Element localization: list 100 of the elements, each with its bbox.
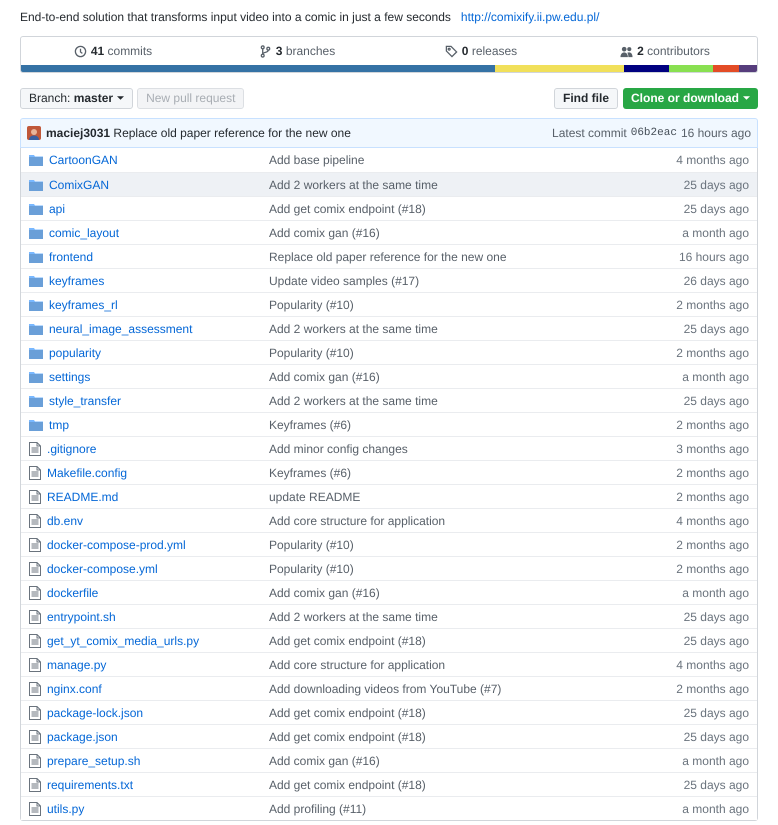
commit-message-link[interactable]: Add core structure for application <box>269 656 446 674</box>
file-icon <box>29 466 41 480</box>
file-name-link[interactable]: package-lock.json <box>47 704 144 722</box>
commit-age: 25 days ago <box>684 320 749 338</box>
file-name-link[interactable]: frontend <box>49 248 94 266</box>
file-icon <box>29 586 41 600</box>
file-row[interactable]: utils.py Add profiling (#11) a month ago <box>21 796 757 820</box>
commit-age: 26 days ago <box>684 272 749 290</box>
commit-age: 25 days ago <box>684 704 749 722</box>
commit-age: 25 days ago <box>684 632 749 650</box>
repo-stat-link[interactable]: 3 branches <box>205 42 389 60</box>
people-icon <box>620 44 634 58</box>
commit-message-link[interactable]: Popularity (#10) <box>269 536 354 554</box>
commit-message-link[interactable]: Add comix gan (#16) <box>269 224 380 242</box>
commit-age: a month ago <box>682 224 749 242</box>
file-name-link[interactable]: CartoonGAN <box>49 151 118 169</box>
find-file-button[interactable]: Find file <box>554 88 618 108</box>
file-name-link[interactable]: package.json <box>47 728 118 746</box>
file-name-link[interactable]: keyframes_rl <box>49 296 118 314</box>
commit-message-link[interactable]: Add core structure for application <box>269 512 446 530</box>
file-name-link[interactable]: neural_image_assessment <box>49 320 192 338</box>
commit-message-link[interactable]: Add get comix endpoint (#18) <box>269 776 426 794</box>
homepage-link[interactable]: http://comixify.ii.pw.edu.pl/ <box>460 8 600 26</box>
file-icon <box>29 442 41 456</box>
repo-stat-link[interactable]: 41 commits <box>21 42 205 60</box>
file-name-link[interactable]: prepare_setup.sh <box>47 752 140 770</box>
file-name-link[interactable]: utils.py <box>47 800 84 818</box>
commit-age: 25 days ago <box>684 776 749 794</box>
commit-age: a month ago <box>682 368 749 386</box>
caret-icon <box>117 96 124 100</box>
commit-message-link[interactable]: Add get comix endpoint (#18) <box>269 728 426 746</box>
commit-age: 2 months ago <box>676 560 749 578</box>
commit-message-link[interactable]: Add 2 workers at the same time <box>269 176 438 194</box>
commit-age: 4 months ago <box>676 152 749 169</box>
commit-message-link[interactable]: Add get comix endpoint (#18) <box>269 704 426 722</box>
file-name-link[interactable]: ComixGAN <box>49 176 110 194</box>
commit-message-link[interactable]: Add downloading videos from YouTube (#7) <box>269 680 502 698</box>
branch-icon <box>258 44 272 58</box>
file-name-link[interactable]: requirements.txt <box>47 776 134 794</box>
commit-message-link[interactable]: Keyframes (#6) <box>269 416 352 434</box>
commit-age: 4 months ago <box>676 512 749 530</box>
file-icon <box>29 658 41 672</box>
commit-message-link[interactable]: Keyframes (#6) <box>269 464 352 482</box>
commit-age: 2 months ago <box>676 416 749 434</box>
repo-stat-link[interactable]: 2 contributors <box>573 42 757 60</box>
file-name-link[interactable]: settings <box>49 368 90 386</box>
file-name-link[interactable]: docker-compose-prod.yml <box>47 536 186 554</box>
commit-age: 25 days ago <box>684 392 749 410</box>
folder-icon <box>29 274 43 286</box>
commit-message-link[interactable]: Add profiling (#11) <box>269 800 366 818</box>
file-icon <box>29 490 41 504</box>
file-name-link[interactable]: entrypoint.sh <box>47 608 116 626</box>
commit-age: 25 days ago <box>684 608 749 626</box>
file-name-link[interactable]: Makefile.config <box>47 464 128 482</box>
commit-age: 25 days ago <box>684 200 749 218</box>
file-name-link[interactable]: tmp <box>49 416 70 434</box>
commit-message-link[interactable]: Add 2 workers at the same time <box>269 320 438 338</box>
commit-age: 16 hours ago <box>680 125 751 142</box>
file-name-link[interactable]: manage.py <box>47 656 106 674</box>
commit-message-link[interactable]: update README <box>269 488 360 506</box>
commit-message-link[interactable]: Add comix gan (#16) <box>269 752 380 770</box>
file-name-link[interactable]: style_transfer <box>49 392 122 410</box>
commit-message-link[interactable]: Popularity (#10) <box>269 296 354 314</box>
commit-message-link[interactable]: Add comix gan (#16) <box>269 584 380 602</box>
commit-message-link[interactable]: Add minor config changes <box>269 440 408 458</box>
commit-sha[interactable]: 06b2eac <box>630 124 677 142</box>
commit-message-link[interactable]: Popularity (#10) <box>269 344 354 362</box>
folder-icon <box>29 322 43 334</box>
repo-stat-link[interactable]: 0 releases <box>389 42 573 60</box>
file-name-link[interactable]: dockerfile <box>47 584 98 602</box>
commit-message-link[interactable]: Update video samples (#17) <box>269 272 420 290</box>
file-name-link[interactable]: db.env <box>47 512 84 530</box>
commit-message-link[interactable]: Add get comix endpoint (#18) <box>269 632 426 650</box>
commit-message-link[interactable]: Add base pipeline <box>269 151 364 169</box>
file-name-link[interactable]: README.md <box>47 488 118 506</box>
commit-message-link[interactable]: Add 2 workers at the same time <box>269 392 438 410</box>
file-name-link[interactable]: .gitignore <box>47 440 96 458</box>
commit-message-link[interactable]: Popularity (#10) <box>269 560 354 578</box>
file-name-link[interactable]: get_yt_comix_media_urls.py <box>47 632 200 650</box>
commit-message-link[interactable]: Add get comix endpoint (#18) <box>269 200 426 218</box>
folder-icon <box>29 250 43 262</box>
commit-summary: maciej3031 Replace old paper reference for the new one <box>46 125 351 142</box>
folder-icon <box>29 418 43 430</box>
commit-age: 16 hours ago <box>678 248 749 266</box>
folder-icon <box>29 394 43 406</box>
file-name-link[interactable]: docker-compose.yml <box>47 560 158 578</box>
file-name-link[interactable]: api <box>49 200 66 218</box>
caret-icon <box>743 96 750 100</box>
folder-icon <box>29 154 43 166</box>
file-name-link[interactable]: comic_layout <box>49 224 120 242</box>
file-name-link[interactable]: popularity <box>49 344 102 362</box>
folder-icon <box>29 226 43 238</box>
commit-message-link[interactable]: Add comix gan (#16) <box>269 368 380 386</box>
file-row[interactable]: ComixGAN Add 2 workers at the same time 25 days ago <box>21 172 757 196</box>
file-name-link[interactable]: nginx.conf <box>47 680 102 698</box>
commit-message-link[interactable]: Replace old paper reference for the new one <box>269 248 506 266</box>
file-name-link[interactable]: keyframes <box>49 272 104 290</box>
branch-button[interactable]: Branch: master <box>20 88 134 108</box>
commit-age: 2 months ago <box>676 536 749 554</box>
commit-message-link[interactable]: Add 2 workers at the same time <box>269 608 438 626</box>
